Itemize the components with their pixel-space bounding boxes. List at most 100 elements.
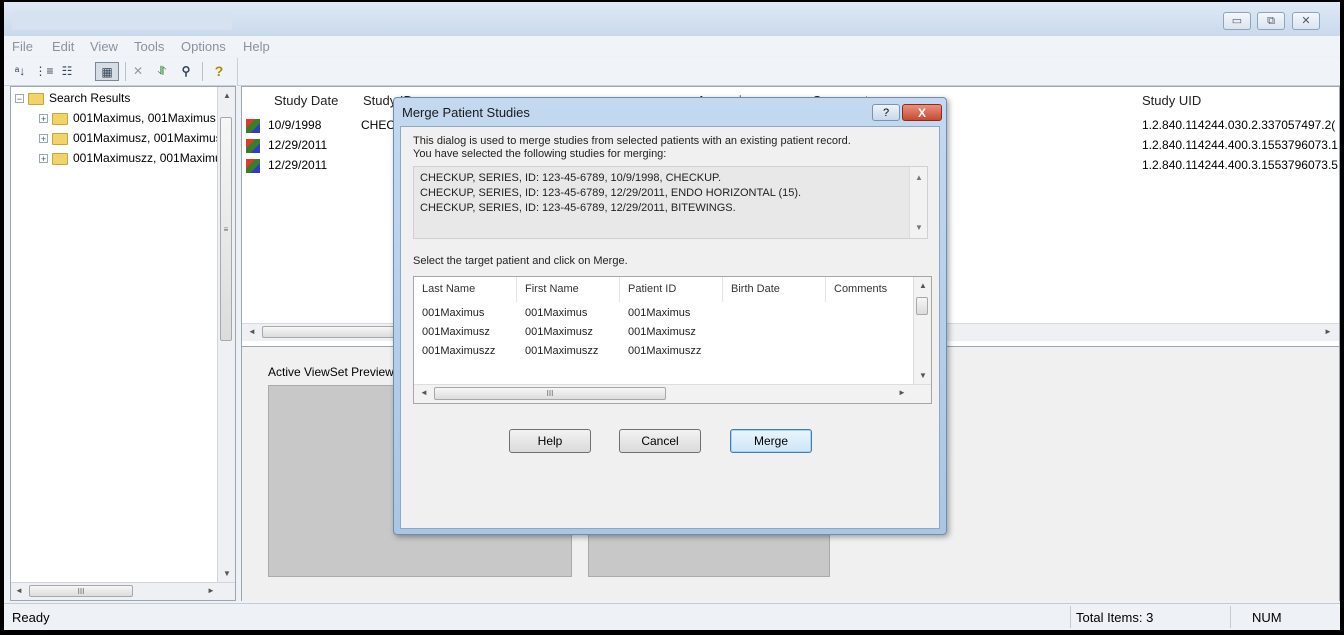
patient-row[interactable]: 001Maximus 001Maximus 001Maximus bbox=[414, 305, 914, 323]
main-window: ▭ ⧉ ✕ File Edit View Tools Options Help … bbox=[4, 2, 1340, 630]
help-button[interactable]: Help bbox=[509, 429, 591, 453]
preview-label: Active ViewSet Preview bbox=[268, 365, 394, 379]
delete-icon[interactable]: ✕ bbox=[128, 62, 148, 81]
studies-vertical-scrollbar[interactable]: ▲ ▼ bbox=[909, 167, 927, 238]
sort-icon[interactable]: ᵃ↓ bbox=[10, 62, 30, 81]
selected-studies-list[interactable]: CHECKUP, SERIES, ID: 123-45-6789, 10/9/1… bbox=[413, 166, 928, 239]
tree-item[interactable]: +001Maximus, 001Maximus bbox=[39, 109, 219, 127]
scroll-up-icon[interactable]: ▲ bbox=[223, 91, 231, 100]
patient-row[interactable]: 001Maximuszz 001Maximuszz 001Maximuszz bbox=[414, 343, 914, 361]
grid-header-patient-id[interactable]: Patient ID bbox=[620, 277, 723, 302]
tree-vertical-scrollbar[interactable]: ▲ ≡ ▼ bbox=[217, 87, 235, 583]
collapse-icon[interactable]: − bbox=[15, 94, 24, 104]
menu-tools[interactable]: Tools bbox=[134, 39, 164, 54]
dialog-close-button[interactable]: X bbox=[902, 104, 942, 121]
scroll-right-icon[interactable]: ► bbox=[1324, 327, 1332, 336]
study-list-hscroll-thumb[interactable] bbox=[262, 326, 402, 338]
grid-vertical-scrollbar[interactable]: ▲ ▼ bbox=[913, 277, 931, 385]
cancel-button[interactable]: Cancel bbox=[619, 429, 701, 453]
toolbar-separator bbox=[202, 62, 203, 81]
scroll-down-icon[interactable]: ▼ bbox=[223, 569, 231, 578]
thumbnail-view-icon[interactable]: ▦ bbox=[95, 62, 119, 81]
tree-vscroll-thumb[interactable]: ≡ bbox=[220, 117, 232, 341]
study-uid: 1.2.840.114244.030.2.337057497.2( bbox=[1142, 118, 1336, 132]
help-icon[interactable]: ? bbox=[209, 62, 229, 81]
tree-root-label: Search Results bbox=[49, 91, 131, 105]
selected-study-item: CHECKUP, SERIES, ID: 123-45-6789, 12/29/… bbox=[420, 187, 802, 199]
study-uid: 1.2.840.114244.400.3.1553796073.1 bbox=[1142, 138, 1338, 152]
expand-icon[interactable]: + bbox=[39, 134, 48, 144]
title-bar: ▭ ⧉ ✕ bbox=[4, 2, 1340, 36]
menu-view[interactable]: View bbox=[90, 39, 118, 54]
folder-icon bbox=[52, 152, 68, 165]
patient-first-name: 001Maximusz bbox=[525, 326, 593, 338]
tree-item-label: 001Maximus, 001Maximus bbox=[73, 111, 216, 125]
details-view-icon[interactable]: ☷ bbox=[57, 62, 77, 81]
scroll-left-icon[interactable]: ◄ bbox=[15, 586, 23, 595]
scroll-up-icon[interactable]: ▲ bbox=[915, 173, 923, 182]
folder-icon bbox=[52, 112, 68, 125]
menu-edit[interactable]: Edit bbox=[52, 39, 74, 54]
study-date: 12/29/2011 bbox=[268, 158, 328, 172]
folder-icon bbox=[52, 132, 68, 145]
tree-horizontal-scrollbar[interactable]: ◄ III ► bbox=[11, 582, 235, 600]
tree-item-label: 001Maximusz, 001Maximusz bbox=[73, 131, 219, 145]
selected-study-item: CHECKUP, SERIES, ID: 123-45-6789, 12/29/… bbox=[420, 202, 736, 214]
toolbar-separator bbox=[125, 62, 126, 81]
study-row[interactable]: 12/29/2011 bbox=[246, 135, 327, 155]
find-icon[interactable]: ⚲ bbox=[176, 62, 196, 81]
status-bar: Ready Total Items: 3 NUM bbox=[4, 603, 1340, 630]
patient-first-name: 001Maximuszz bbox=[525, 345, 599, 357]
patient-last-name: 001Maximuszz bbox=[422, 345, 496, 357]
merge-button[interactable]: Merge bbox=[730, 429, 812, 453]
target-patient-prompt: Select the target patient and click on M… bbox=[413, 255, 628, 267]
scroll-down-icon[interactable]: ▼ bbox=[915, 223, 923, 232]
tree-root[interactable]: − Search Results bbox=[15, 89, 130, 107]
dialog-intro-line-2: You have selected the following studies … bbox=[413, 148, 667, 160]
grid-header-birth-date[interactable]: Birth Date bbox=[723, 277, 826, 302]
scroll-up-icon[interactable]: ▲ bbox=[919, 281, 927, 290]
scroll-left-icon[interactable]: ◄ bbox=[420, 388, 428, 397]
scroll-down-icon[interactable]: ▼ bbox=[919, 371, 927, 380]
grid-header-last-name[interactable]: Last Name bbox=[414, 277, 517, 302]
expand-icon[interactable]: + bbox=[39, 154, 48, 164]
tree-item-label: 001Maximuszz, 001Maximuszz bbox=[73, 151, 219, 165]
patient-last-name: 001Maximusz bbox=[422, 326, 490, 338]
expand-icon[interactable]: + bbox=[39, 114, 48, 124]
menu-options[interactable]: Options bbox=[181, 39, 226, 54]
grid-horizontal-scrollbar[interactable]: ◄ III ► bbox=[414, 384, 931, 403]
tree-view-icon[interactable]: ⋮≡ bbox=[34, 62, 54, 81]
menu-help[interactable]: Help bbox=[243, 39, 270, 54]
dialog-body: This dialog is used to merge studies fro… bbox=[400, 126, 940, 529]
grid-header-first-name[interactable]: First Name bbox=[517, 277, 620, 302]
patient-id: 001Maximus bbox=[628, 307, 691, 319]
dialog-help-icon[interactable]: ? bbox=[872, 104, 900, 121]
column-header-study-date[interactable]: Study Date bbox=[274, 93, 338, 108]
close-button[interactable]: ✕ bbox=[1292, 12, 1320, 30]
merge-icon[interactable]: ⥯ bbox=[152, 62, 172, 81]
menu-file[interactable]: File bbox=[12, 39, 33, 54]
tree-item[interactable]: +001Maximuszz, 001Maximuszz bbox=[39, 149, 219, 167]
status-separator bbox=[1070, 606, 1071, 628]
toolbar-right-area bbox=[237, 58, 1340, 86]
patient-row[interactable]: 001Maximusz 001Maximusz 001Maximusz bbox=[414, 324, 914, 342]
status-num: NUM bbox=[1252, 610, 1282, 625]
study-row[interactable]: 12/29/2011 bbox=[246, 155, 327, 175]
column-header-study-uid[interactable]: Study UID bbox=[1142, 93, 1201, 108]
study-row[interactable]: 10/9/1998 CHECKUP bbox=[246, 115, 420, 135]
restore-button[interactable]: ⧉ bbox=[1257, 12, 1285, 30]
study-date: 12/29/2011 bbox=[268, 138, 328, 152]
scroll-right-icon[interactable]: ► bbox=[207, 586, 215, 595]
study-date: 10/9/1998 bbox=[268, 118, 322, 132]
grid-hscroll-thumb[interactable]: III bbox=[434, 387, 666, 400]
scroll-left-icon[interactable]: ◄ bbox=[248, 327, 256, 336]
window-title-area bbox=[12, 12, 232, 30]
patient-last-name: 001Maximus bbox=[422, 307, 485, 319]
grid-vscroll-thumb[interactable] bbox=[916, 297, 928, 315]
tree-item[interactable]: +001Maximusz, 001Maximusz bbox=[39, 129, 219, 147]
grid-header-comments[interactable]: Comments bbox=[826, 277, 914, 302]
scroll-right-icon[interactable]: ► bbox=[898, 388, 906, 397]
minimize-button[interactable]: ▭ bbox=[1223, 12, 1251, 30]
tree-hscroll-thumb[interactable]: III bbox=[29, 585, 133, 597]
dialog-intro-line-1: This dialog is used to merge studies fro… bbox=[413, 135, 851, 147]
